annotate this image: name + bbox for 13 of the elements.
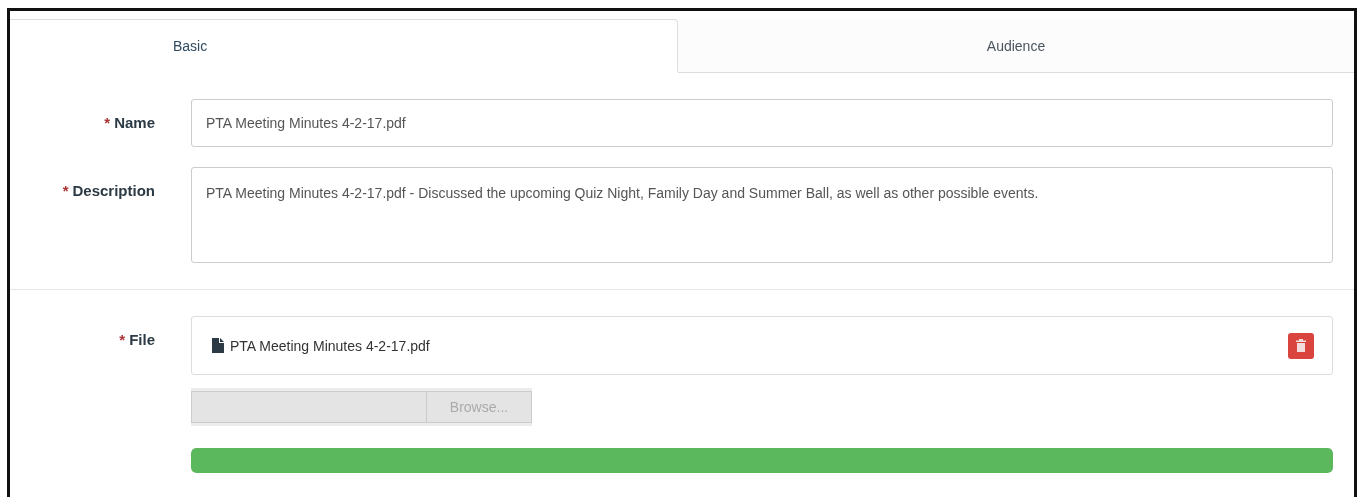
file-icon (212, 338, 224, 353)
name-field[interactable]: PTA Meeting Minutes 4-2-17.pdf (191, 99, 1333, 147)
field-label: Description (72, 182, 155, 199)
description-field[interactable]: PTA Meeting Minutes 4-2-17.pdf - Discussed the upcoming Quiz Night, Family Day and Summer Ball, as well as other possible events. (191, 167, 1333, 263)
required-asterisk: * (104, 114, 111, 131)
tab[interactable]: Basic (10, 19, 678, 72)
delete-button[interactable] (1288, 332, 1314, 359)
field-label: Name (114, 114, 155, 131)
field-label: File (129, 331, 155, 348)
required-asterisk: * (62, 182, 69, 199)
trash-icon (1296, 339, 1306, 352)
required-asterisk: * (119, 331, 126, 348)
file-name: PTA Meeting Minutes 4-2-17.pdf (230, 337, 431, 354)
